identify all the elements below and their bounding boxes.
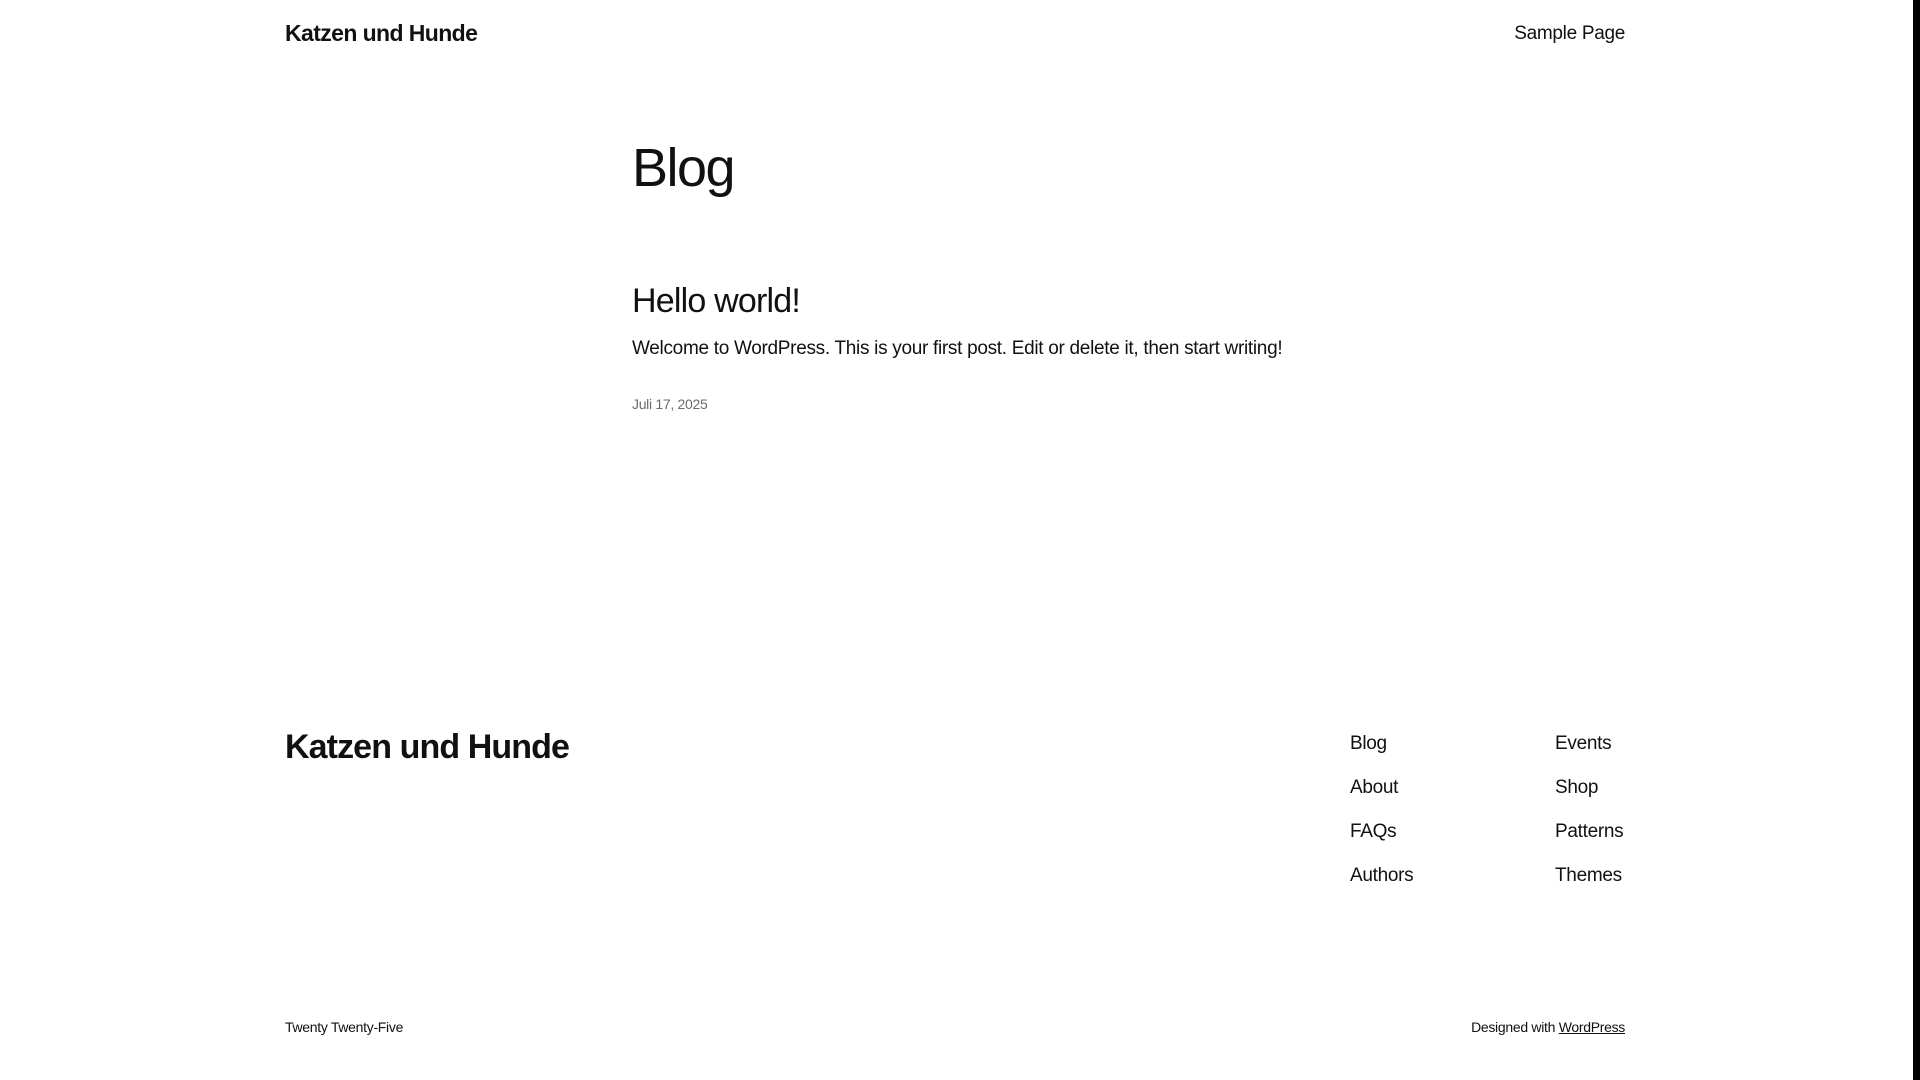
footer-link-authors[interactable]: Authors xyxy=(1350,865,1414,909)
page-content: Katzen und Hunde Sample Page Blog Hello … xyxy=(0,0,1913,1080)
footer-link-shop[interactable]: Shop xyxy=(1555,777,1623,821)
designed-with-text: Designed with xyxy=(1471,1019,1556,1035)
post-title-link[interactable]: Hello world! xyxy=(632,280,801,322)
site-title[interactable]: Katzen und Hunde xyxy=(285,20,478,47)
page-title: Blog xyxy=(632,138,736,198)
wordpress-link[interactable]: WordPress xyxy=(1559,1019,1626,1035)
theme-credit: Twenty Twenty-Five xyxy=(285,1019,404,1035)
footer-link-events[interactable]: Events xyxy=(1555,733,1623,777)
nav-link-sample-page[interactable]: Sample Page xyxy=(1514,23,1625,45)
footer-site-title[interactable]: Katzen und Hunde xyxy=(285,728,570,767)
browser-viewport: Katzen und Hunde Sample Page Blog Hello … xyxy=(0,0,1920,1080)
footer-link-themes[interactable]: Themes xyxy=(1555,865,1623,909)
footer-link-about[interactable]: About xyxy=(1350,777,1413,821)
designed-with-credit: Designed with WordPress xyxy=(1471,1019,1625,1035)
window-edge-scrollbar[interactable] xyxy=(1913,0,1920,1080)
footer-link-patterns[interactable]: Patterns xyxy=(1555,821,1624,865)
footer-link-blog[interactable]: Blog xyxy=(1350,733,1413,777)
footer-nav-column-1: Blog About FAQs Authors xyxy=(1350,733,1414,909)
post-date[interactable]: Juli 17, 2025 xyxy=(632,396,708,412)
footer-link-faqs[interactable]: FAQs xyxy=(1350,821,1413,865)
post-excerpt: Welcome to WordPress. This is your first… xyxy=(632,338,1283,359)
footer-nav-column-2: Events Shop Patterns Themes xyxy=(1555,733,1624,909)
